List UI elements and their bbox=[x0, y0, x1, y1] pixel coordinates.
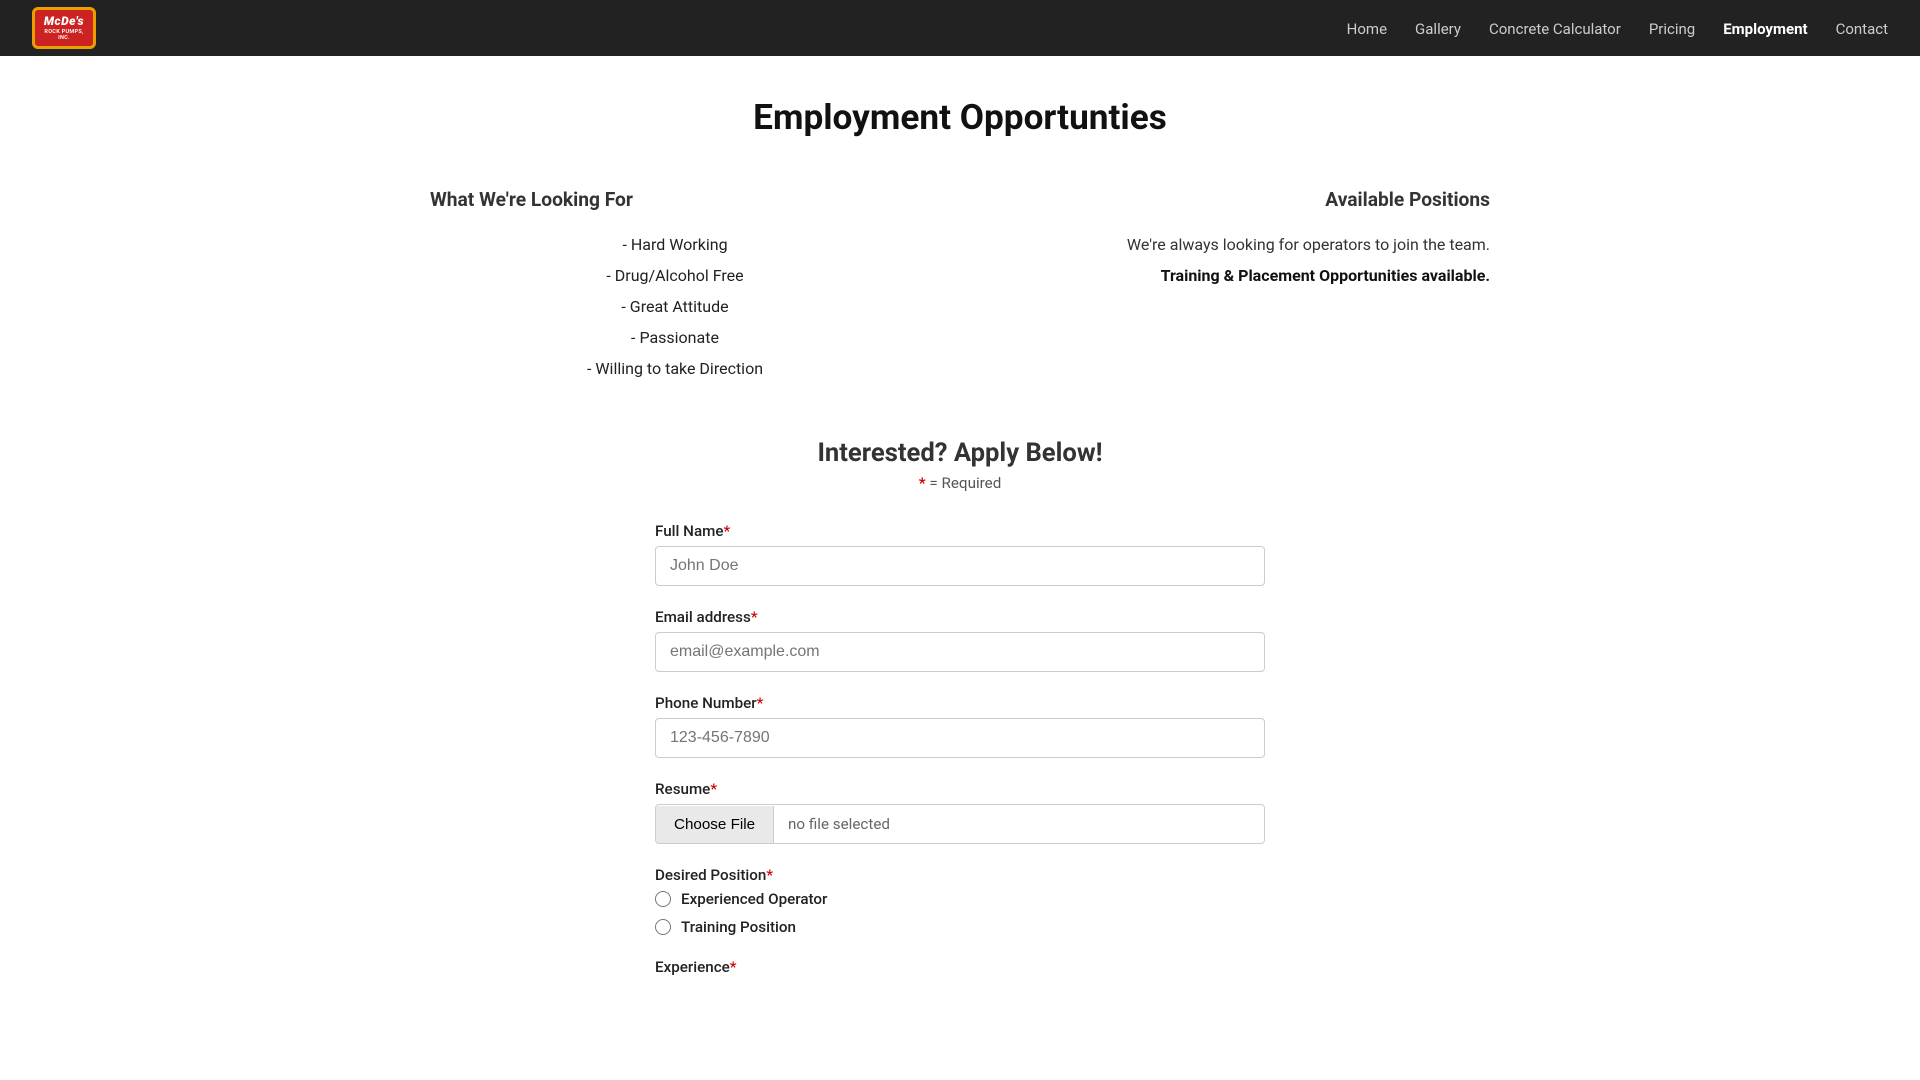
quality-hard-working: - Hard Working bbox=[430, 235, 920, 254]
full-name-group: Full Name* bbox=[655, 522, 1265, 586]
quality-drug-free: - Drug/Alcohol Free bbox=[430, 266, 920, 285]
nav-links: Home Gallery Concrete Calculator Pricing… bbox=[1347, 19, 1888, 38]
quality-direction: - Willing to take Direction bbox=[430, 359, 920, 378]
full-name-label: Full Name* bbox=[655, 522, 1265, 540]
position-required: * bbox=[766, 866, 773, 884]
radio-training-label: Training Position bbox=[681, 918, 796, 936]
main-content: Employment Opportunties What We're Looki… bbox=[410, 56, 1510, 1016]
positions-desc: We're always looking for operators to jo… bbox=[1000, 235, 1490, 254]
resume-label: Resume* bbox=[655, 780, 1265, 798]
asterisk-symbol: * bbox=[919, 474, 926, 492]
phone-label: Phone Number* bbox=[655, 694, 1265, 712]
nav-link-contact[interactable]: Contact bbox=[1836, 20, 1888, 38]
experience-group: Experience* bbox=[655, 958, 1265, 976]
nav-link-home[interactable]: Home bbox=[1347, 20, 1387, 38]
choose-file-button[interactable]: Choose File bbox=[656, 806, 774, 843]
navigation: McDe's ROCK PUMPS, INC. Home Gallery Con… bbox=[0, 0, 1920, 56]
radio-experienced-operator[interactable]: Experienced Operator bbox=[655, 890, 1265, 908]
info-columns: What We're Looking For - Hard Working - … bbox=[430, 188, 1490, 378]
radio-experienced-input[interactable] bbox=[655, 891, 671, 907]
nav-item-home[interactable]: Home bbox=[1347, 19, 1387, 38]
quality-great-attitude: - Great Attitude bbox=[430, 297, 920, 316]
email-input[interactable] bbox=[655, 632, 1265, 672]
radio-training-position[interactable]: Training Position bbox=[655, 918, 1265, 936]
radio-training-input[interactable] bbox=[655, 919, 671, 935]
desired-position-label: Desired Position* bbox=[655, 866, 1265, 884]
required-note: * = Required bbox=[430, 474, 1490, 492]
full-name-input[interactable] bbox=[655, 546, 1265, 586]
nav-link-calculator[interactable]: Concrete Calculator bbox=[1489, 20, 1621, 38]
phone-input[interactable] bbox=[655, 718, 1265, 758]
logo-top-text: McDe's bbox=[44, 15, 84, 28]
resume-required: * bbox=[710, 780, 717, 798]
email-required: * bbox=[751, 608, 758, 626]
logo-sub-text: ROCK PUMPS, INC. bbox=[39, 29, 89, 41]
positions-bold: Training & Placement Opportunities avail… bbox=[1000, 266, 1490, 285]
experience-label: Experience* bbox=[655, 958, 1265, 976]
page-title: Employment Opportunties bbox=[430, 96, 1490, 138]
positions-heading: Available Positions bbox=[1000, 188, 1490, 211]
nav-item-calculator[interactable]: Concrete Calculator bbox=[1489, 19, 1621, 38]
file-name-display: no file selected bbox=[774, 805, 904, 843]
application-form: Full Name* Email address* Phone Number* … bbox=[655, 522, 1265, 976]
nav-item-gallery[interactable]: Gallery bbox=[1415, 19, 1461, 38]
nav-link-pricing[interactable]: Pricing bbox=[1649, 20, 1695, 38]
experience-required: * bbox=[730, 958, 737, 976]
looking-for-section: What We're Looking For - Hard Working - … bbox=[430, 188, 960, 378]
email-group: Email address* bbox=[655, 608, 1265, 672]
form-section-header: Interested? Apply Below! * = Required bbox=[430, 438, 1490, 492]
nav-item-employment[interactable]: Employment bbox=[1723, 19, 1807, 38]
logo: McDe's ROCK PUMPS, INC. bbox=[32, 7, 96, 49]
desired-position-group: Desired Position* Experienced Operator T… bbox=[655, 866, 1265, 936]
nav-item-pricing[interactable]: Pricing bbox=[1649, 19, 1695, 38]
position-radio-group: Experienced Operator Training Position bbox=[655, 890, 1265, 936]
phone-required: * bbox=[757, 694, 764, 712]
form-heading: Interested? Apply Below! bbox=[430, 438, 1490, 468]
quality-passionate: - Passionate bbox=[430, 328, 920, 347]
full-name-required: * bbox=[724, 522, 731, 540]
nav-link-gallery[interactable]: Gallery bbox=[1415, 20, 1461, 38]
positions-section: Available Positions We're always looking… bbox=[960, 188, 1490, 378]
phone-group: Phone Number* bbox=[655, 694, 1265, 758]
nav-link-employment[interactable]: Employment bbox=[1723, 20, 1807, 38]
file-input-wrapper: Choose File no file selected bbox=[655, 804, 1265, 844]
radio-experienced-label: Experienced Operator bbox=[681, 890, 827, 908]
qualities-list: - Hard Working - Drug/Alcohol Free - Gre… bbox=[430, 235, 920, 378]
looking-for-heading: What We're Looking For bbox=[430, 188, 920, 211]
resume-group: Resume* Choose File no file selected bbox=[655, 780, 1265, 844]
logo-badge: McDe's ROCK PUMPS, INC. bbox=[32, 7, 96, 49]
email-label: Email address* bbox=[655, 608, 1265, 626]
nav-item-contact[interactable]: Contact bbox=[1836, 19, 1888, 38]
required-text: = Required bbox=[929, 474, 1001, 492]
